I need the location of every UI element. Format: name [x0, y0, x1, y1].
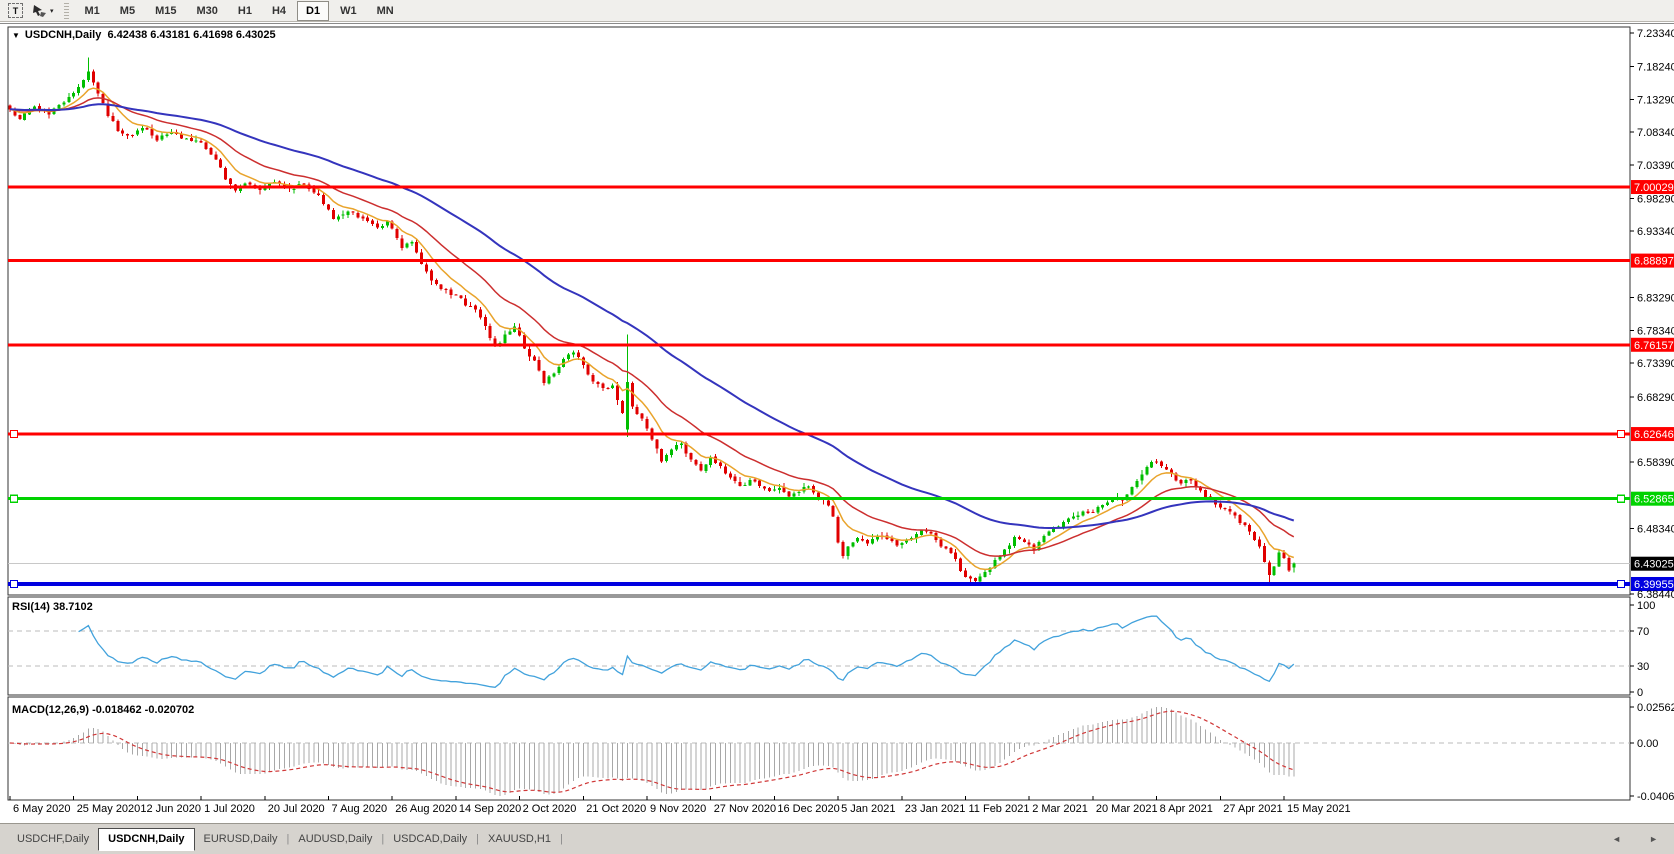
chart-tab-bar: USDCHF,DailyUSDCNH,DailyEURUSD,Daily | AUD… — [0, 823, 1674, 854]
dropdown-caret-icon: ▾ — [50, 7, 54, 15]
chart-tabs: USDCHF,DailyUSDCNH,DailyEURUSD,Daily | AUD… — [8, 828, 563, 851]
hline-handle — [11, 431, 18, 438]
timeframe-button-h4[interactable]: H4 — [263, 1, 295, 21]
svg-text:6.62646: 6.62646 — [1634, 429, 1674, 441]
price-axis: 7.000296.888976.761576.626466.528656.399… — [1630, 28, 1674, 601]
hline-handle — [11, 580, 18, 587]
tab-scroll-left-button[interactable]: ◄ — [1612, 834, 1621, 844]
timeframe-button-m1[interactable]: M1 — [76, 1, 109, 21]
svg-text:6 May 2020: 6 May 2020 — [13, 803, 70, 815]
timeframe-button-w1[interactable]: W1 — [331, 1, 366, 21]
svg-text:7.18240: 7.18240 — [1637, 62, 1674, 74]
svg-text:27 Nov 2020: 27 Nov 2020 — [714, 803, 776, 815]
svg-text:7 Aug 2020: 7 Aug 2020 — [332, 803, 388, 815]
timeframe-button-h1[interactable]: H1 — [229, 1, 261, 21]
svg-text:27 Apr 2021: 27 Apr 2021 — [1223, 803, 1282, 815]
chart-title: ▼ USDCNH,Daily 6.42438 6.43181 6.41698 6… — [12, 29, 276, 41]
svg-text:7.08340: 7.08340 — [1637, 127, 1674, 139]
svg-text:7.00029: 7.00029 — [1634, 182, 1674, 194]
svg-text:2 Oct 2020: 2 Oct 2020 — [523, 803, 577, 815]
tab-divider: | — [560, 833, 563, 845]
chart-tab-audusd[interactable]: AUDUSD,Daily — [289, 829, 381, 849]
timeframe-button-mn[interactable]: MN — [368, 1, 403, 21]
svg-text:21 Oct 2020: 21 Oct 2020 — [586, 803, 646, 815]
svg-text:15 May 2021: 15 May 2021 — [1287, 803, 1351, 815]
svg-text:20 Mar 2021: 20 Mar 2021 — [1096, 803, 1158, 815]
svg-text:8 Apr 2021: 8 Apr 2021 — [1160, 803, 1213, 815]
arrows-tool-icon — [31, 4, 47, 18]
svg-text:6.93340: 6.93340 — [1637, 226, 1674, 238]
top-toolbar: T ▾ M1M5M15M30H1H4D1W1MN — [0, 0, 1674, 22]
svg-text:7.23340: 7.23340 — [1637, 28, 1674, 40]
svg-text:6.68290: 6.68290 — [1637, 392, 1674, 404]
hline-handle — [1618, 580, 1625, 587]
svg-text:0.025623: 0.025623 — [1637, 702, 1674, 714]
chart-tab-usdchf[interactable]: USDCHF,Daily — [8, 829, 98, 849]
svg-text:5 Jan 2021: 5 Jan 2021 — [841, 803, 895, 815]
chart-tab-usdcad[interactable]: USDCAD,Daily — [384, 829, 476, 849]
svg-text:20 Jul 2020: 20 Jul 2020 — [268, 803, 325, 815]
text-label-tool-button[interactable]: T — [4, 1, 27, 21]
svg-text:0.00: 0.00 — [1637, 738, 1658, 750]
chart-tab-eurusd[interactable]: EURUSD,Daily — [195, 829, 287, 849]
rsi-indicator-label: RSI(14) 38.7102 — [12, 601, 93, 613]
svg-text:6.88897: 6.88897 — [1634, 256, 1674, 268]
timeframe-button-m5[interactable]: M5 — [111, 1, 144, 21]
svg-text:26 Aug 2020: 26 Aug 2020 — [395, 803, 457, 815]
tab-scroll-right-button[interactable]: ► — [1649, 834, 1658, 844]
svg-text:30: 30 — [1637, 661, 1649, 673]
tab-scroll-arrows: ◄ ► — [1612, 834, 1658, 844]
svg-text:7.03390: 7.03390 — [1637, 160, 1674, 172]
svg-text:16 Dec 2020: 16 Dec 2020 — [777, 803, 839, 815]
hline-handle — [1618, 431, 1625, 438]
macd-indicator-label: MACD(12,26,9) -0.018462 -0.020702 — [12, 704, 194, 716]
timeframe-button-group: M1M5M15M30H1H4D1W1MN — [75, 1, 404, 21]
svg-text:6.52865: 6.52865 — [1634, 494, 1674, 506]
svg-text:6.76157: 6.76157 — [1634, 340, 1674, 352]
text-tool-icon: T — [8, 3, 23, 18]
svg-text:12 Jun 2020: 12 Jun 2020 — [140, 803, 201, 815]
chart-tab-xauusd[interactable]: XAUUSD,H1 — [479, 829, 560, 849]
arrows-tool-button[interactable]: ▾ — [27, 1, 58, 21]
svg-text:-0.040687: -0.040687 — [1637, 791, 1674, 803]
svg-text:11 Feb 2021: 11 Feb 2021 — [969, 803, 1030, 815]
svg-text:25 May 2020: 25 May 2020 — [77, 803, 141, 815]
pane-borders — [8, 27, 1630, 800]
svg-text:0: 0 — [1637, 687, 1643, 699]
price-chart[interactable]: 7.000296.888976.761576.626466.528656.399… — [0, 24, 1674, 824]
svg-text:6.58390: 6.58390 — [1637, 457, 1674, 469]
svg-text:6.43025: 6.43025 — [1634, 559, 1674, 571]
timeframe-button-m30[interactable]: M30 — [187, 1, 226, 21]
svg-text:2 Mar 2021: 2 Mar 2021 — [1032, 803, 1088, 815]
hline-handle — [1618, 495, 1625, 502]
chart-tab-usdcnh[interactable]: USDCNH,Daily — [98, 828, 194, 851]
svg-text:9 Nov 2020: 9 Nov 2020 — [650, 803, 706, 815]
timeframe-button-m15[interactable]: M15 — [146, 1, 185, 21]
svg-text:7.13290: 7.13290 — [1637, 94, 1674, 106]
svg-text:1 Jul 2020: 1 Jul 2020 — [204, 803, 255, 815]
svg-text:23 Jan 2021: 23 Jan 2021 — [905, 803, 966, 815]
svg-text:6.98290: 6.98290 — [1637, 194, 1674, 206]
svg-text:6.73390: 6.73390 — [1637, 358, 1674, 370]
svg-text:14 Sep 2020: 14 Sep 2020 — [459, 803, 521, 815]
mt4-application: { "toolbar": { "text_tool_label": "T", "… — [0, 0, 1674, 854]
chart-menu-caret-icon[interactable]: ▼ — [12, 31, 20, 40]
timeframe-button-d1[interactable]: D1 — [297, 1, 329, 21]
svg-text:6.78340: 6.78340 — [1637, 325, 1674, 337]
svg-text:6.83290: 6.83290 — [1637, 293, 1674, 305]
hline-handle — [11, 495, 18, 502]
toolbar-gripper — [64, 3, 69, 19]
svg-text:6.48340: 6.48340 — [1637, 524, 1674, 536]
svg-text:70: 70 — [1637, 626, 1649, 638]
chart-window: 7.000296.888976.761576.626466.528656.399… — [0, 23, 1674, 823]
svg-text:100: 100 — [1637, 600, 1655, 612]
chart-title-text: USDCNH,Daily 6.42438 6.43181 6.41698 6.4… — [25, 29, 276, 41]
